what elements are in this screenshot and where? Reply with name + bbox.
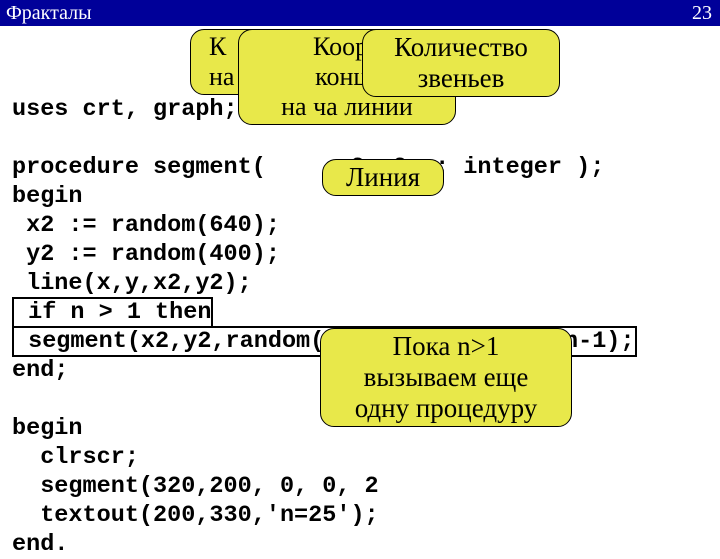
code-line: begin — [12, 415, 83, 442]
title-bar: Фракталы 23 — [0, 0, 720, 26]
code-line-boxed: if n > 1 then — [12, 297, 213, 328]
slide-number: 23 — [692, 2, 712, 25]
code-line: y2 := random(400); — [12, 241, 280, 268]
code-line: begin — [12, 183, 83, 210]
slide-title: Фракталы — [6, 2, 92, 25]
callout-text: одну процедуру — [329, 393, 563, 424]
code-line: uses crt, graph; — [12, 96, 238, 123]
callout-text: Количество — [371, 32, 551, 63]
code-line: segment(320,200, 0, 0, 2 — [12, 473, 379, 500]
code-line: end; — [12, 357, 68, 384]
code-block: uses crt, graph; procedure segment( ,x2,… — [12, 66, 637, 559]
callout-line: Линия — [322, 159, 444, 196]
callout-count: Количество звеньев — [362, 29, 560, 97]
callout-text: звеньев — [371, 63, 551, 94]
callout-text: Пока n>1 — [329, 331, 563, 362]
callout-text: вызываем еще — [329, 362, 563, 393]
callout-text: Линия — [346, 162, 420, 192]
code-line: clrscr; — [12, 444, 139, 471]
code-line: x2 := random(640); — [12, 212, 280, 239]
callout-recursion: Пока n>1 вызываем еще одну процедуру — [320, 328, 572, 427]
code-line: line(x,y,x2,y2); — [12, 270, 252, 297]
code-line: end. — [12, 531, 68, 558]
slide: Фракталы 23 uses crt, graph; procedure s… — [0, 0, 720, 540]
code-line: textout(200,330,'n=25'); — [12, 502, 379, 529]
code-line: procedure segment( ,x2,y2,n: integer ); — [12, 154, 604, 181]
